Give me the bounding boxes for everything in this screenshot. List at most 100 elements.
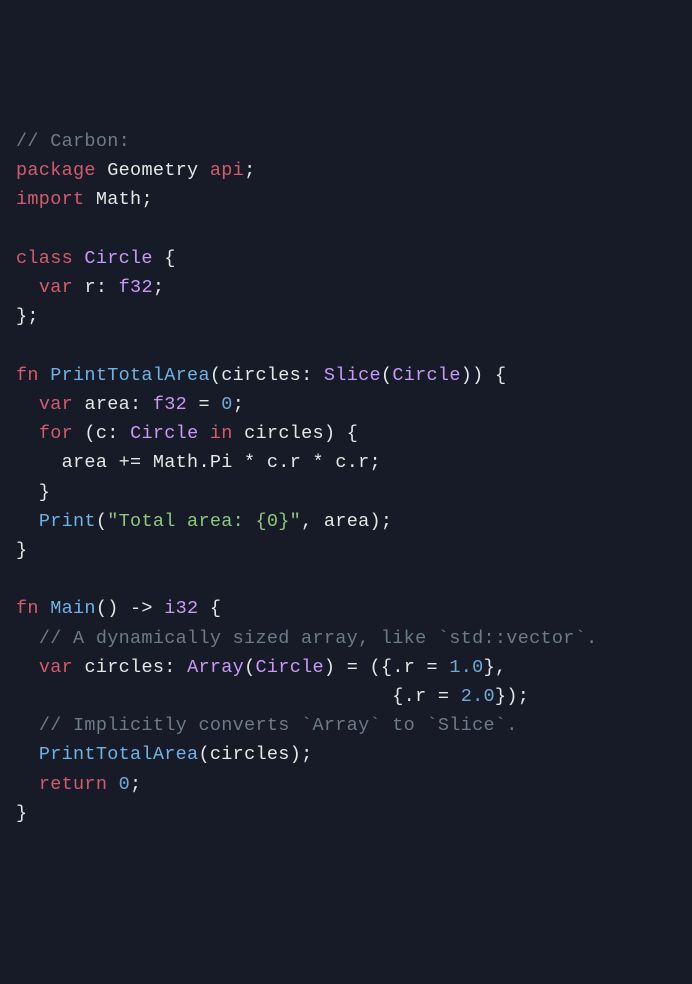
code-token: Array bbox=[187, 657, 244, 678]
code-token: }, bbox=[484, 657, 507, 678]
code-token bbox=[233, 423, 244, 444]
code-token: . bbox=[278, 452, 289, 473]
code-token: : bbox=[130, 394, 153, 415]
code-token: 2.0 bbox=[461, 686, 495, 707]
code-token bbox=[16, 744, 39, 765]
code-token: }); bbox=[495, 686, 529, 707]
code-token: Circle bbox=[392, 365, 460, 386]
code-line bbox=[16, 331, 676, 360]
code-token bbox=[39, 365, 50, 386]
code-line: fn Main() -> i32 { bbox=[16, 594, 676, 623]
code-token: area bbox=[324, 511, 370, 532]
code-token: Circle bbox=[84, 248, 152, 269]
code-token: circles bbox=[84, 657, 164, 678]
code-token: ( bbox=[244, 657, 255, 678]
code-token: 1.0 bbox=[449, 657, 483, 678]
code-token: } bbox=[16, 540, 27, 561]
code-line: // A dynamically sized array, like `std:… bbox=[16, 624, 676, 653]
code-token: import bbox=[16, 189, 84, 210]
code-token: r bbox=[290, 452, 301, 473]
code-token: var bbox=[39, 277, 73, 298]
code-token bbox=[73, 657, 84, 678]
code-token: f32 bbox=[119, 277, 153, 298]
code-token bbox=[16, 628, 39, 649]
code-token: area bbox=[84, 394, 130, 415]
code-token bbox=[16, 277, 39, 298]
code-token: ; bbox=[233, 394, 244, 415]
code-token: r bbox=[84, 277, 95, 298]
code-token bbox=[16, 511, 39, 532]
code-token: : bbox=[107, 423, 130, 444]
code-token: Geometry bbox=[107, 160, 198, 181]
code-line bbox=[16, 215, 676, 244]
code-token bbox=[198, 160, 209, 181]
code-line: // Implicitly converts `Array` to `Slice… bbox=[16, 711, 676, 740]
code-line: var r: f32; bbox=[16, 273, 676, 302]
code-line: return 0; bbox=[16, 770, 676, 799]
code-line: } bbox=[16, 799, 676, 828]
code-line: class Circle { bbox=[16, 244, 676, 273]
code-token: ( bbox=[381, 365, 392, 386]
code-token: Slice bbox=[324, 365, 381, 386]
code-token: Circle bbox=[130, 423, 198, 444]
code-token: ; bbox=[153, 277, 164, 298]
code-token: ; bbox=[141, 189, 152, 210]
code-token: ; bbox=[244, 160, 255, 181]
code-token: ( bbox=[198, 744, 209, 765]
code-token: fn bbox=[16, 365, 39, 386]
code-token bbox=[16, 423, 39, 444]
code-token bbox=[73, 394, 84, 415]
code-token: } bbox=[16, 482, 50, 503]
code-token: )) { bbox=[461, 365, 507, 386]
code-token bbox=[107, 774, 118, 795]
code-line bbox=[16, 565, 676, 594]
code-token: 0 bbox=[221, 394, 232, 415]
code-token: c bbox=[96, 423, 107, 444]
code-line: fn PrintTotalArea(circles: Slice(Circle)… bbox=[16, 361, 676, 390]
code-token: . bbox=[198, 452, 209, 473]
code-token: = bbox=[187, 394, 221, 415]
code-token: // Implicitly converts `Array` to `Slice… bbox=[39, 715, 518, 736]
code-token: // A dynamically sized array, like `std:… bbox=[39, 628, 598, 649]
code-token: c bbox=[267, 452, 278, 473]
code-token: circles bbox=[221, 365, 301, 386]
code-line: package Geometry api; bbox=[16, 156, 676, 185]
code-token: : bbox=[301, 365, 324, 386]
code-line: Print("Total area: {0}", area); bbox=[16, 507, 676, 536]
code-token: ; bbox=[370, 452, 381, 473]
code-token: , bbox=[301, 511, 324, 532]
code-token: 0 bbox=[119, 774, 130, 795]
code-line: var area: f32 = 0; bbox=[16, 390, 676, 419]
code-token: var bbox=[39, 394, 73, 415]
code-token: += bbox=[107, 452, 153, 473]
code-line: {.r = 2.0}); bbox=[16, 682, 676, 711]
code-token: class bbox=[16, 248, 73, 269]
code-token: PrintTotalArea bbox=[50, 365, 210, 386]
code-token: i32 bbox=[164, 598, 198, 619]
code-token: r bbox=[404, 657, 415, 678]
code-token: "Total area: {0}" bbox=[107, 511, 301, 532]
code-token: () -> bbox=[96, 598, 164, 619]
code-line: PrintTotalArea(circles); bbox=[16, 740, 676, 769]
code-token: : bbox=[96, 277, 119, 298]
code-token: ( bbox=[96, 511, 107, 532]
code-token: for bbox=[39, 423, 73, 444]
code-token: api bbox=[210, 160, 244, 181]
code-token: Math bbox=[96, 189, 142, 210]
code-token: ) { bbox=[324, 423, 358, 444]
code-token bbox=[16, 657, 39, 678]
code-token: PrintTotalArea bbox=[39, 744, 199, 765]
code-token: circles bbox=[244, 423, 324, 444]
code-token: fn bbox=[16, 598, 39, 619]
code-token: { bbox=[198, 598, 221, 619]
code-token: r bbox=[415, 686, 426, 707]
code-token: Math bbox=[153, 452, 199, 473]
code-token: = bbox=[426, 686, 460, 707]
code-token: package bbox=[16, 160, 96, 181]
code-token: . bbox=[347, 452, 358, 473]
code-line: import Math; bbox=[16, 185, 676, 214]
code-block: // Carbon:package Geometry api;import Ma… bbox=[16, 127, 676, 828]
code-line: var circles: Array(Circle) = ({.r = 1.0}… bbox=[16, 653, 676, 682]
code-token: ); bbox=[290, 744, 313, 765]
code-token: Main bbox=[50, 598, 96, 619]
